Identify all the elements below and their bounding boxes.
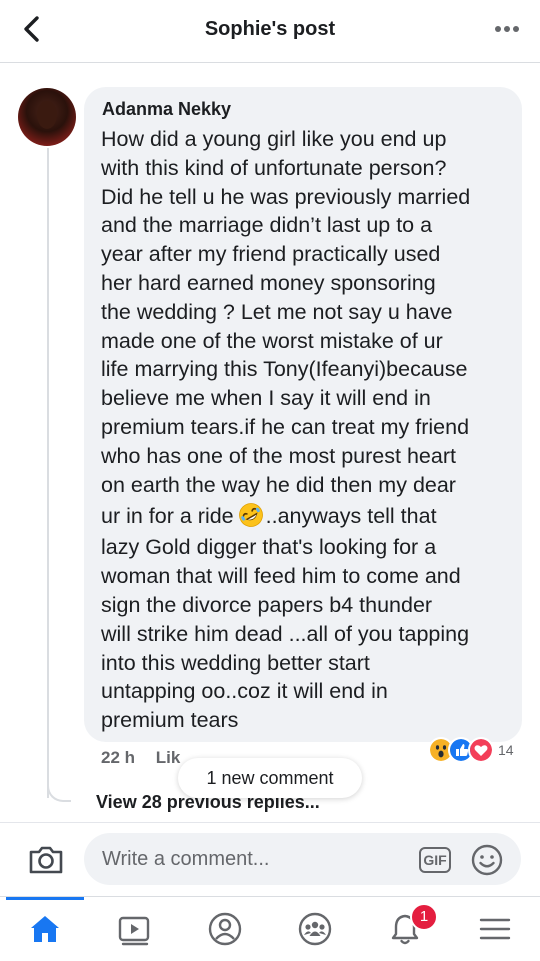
comment-line: on earth the way he did then my dear [101, 472, 456, 497]
thread-connector [47, 770, 71, 802]
tab-watch[interactable] [90, 897, 180, 961]
comment-composer: GIF [0, 822, 540, 897]
comment-line: and the marriage didn’t last up to a [101, 213, 433, 238]
page-title: Sophie's post [204, 18, 336, 40]
reaction-summary[interactable]: 14 [428, 737, 514, 763]
avatar[interactable] [18, 88, 76, 146]
love-reaction-icon [468, 737, 494, 763]
comment-input[interactable] [84, 833, 521, 885]
tab-home[interactable] [0, 897, 90, 961]
thread-line [47, 148, 49, 798]
home-icon [31, 916, 59, 942]
comment-line: premium tears [101, 708, 239, 733]
tab-notifications[interactable]: 1 [360, 897, 450, 961]
tab-profile[interactable] [180, 897, 270, 961]
gif-button[interactable]: GIF [419, 847, 451, 873]
more-options-icon[interactable] [494, 25, 520, 33]
tab-menu[interactable] [450, 897, 540, 961]
comment-line: who has one of the most purest heart [101, 443, 456, 468]
comment-line: year after my friend practically used [101, 242, 441, 267]
comment-line: How did a young girl like you end up [101, 127, 447, 151]
comment-timestamp: 22 h [101, 748, 136, 767]
comment-line: into this wedding better start [101, 650, 370, 675]
rolling-on-floor-laughing-emoji-icon [238, 503, 263, 528]
comment-line-with-emoji: ur in for a ride ..anyways tell that [101, 499, 513, 533]
like-link[interactable]: Lik [156, 748, 181, 767]
comment-line: made one of the worst mistake of ur [101, 328, 443, 353]
reaction-count: 14 [498, 742, 514, 758]
comment-line: life marrying this Tony(Ifeanyi)because [101, 357, 468, 382]
notification-badge: 1 [410, 903, 438, 931]
comment-text: How did a young girl like you end up wit… [101, 125, 513, 735]
comment-line: will strike him dead ...all of you tappi… [101, 621, 470, 646]
bottom-tab-bar: 1 [0, 896, 540, 961]
emoji-picker-icon[interactable] [470, 843, 504, 877]
comment-line: Did he tell u he was previously married [101, 184, 471, 209]
comment-text-fragment: ..anyways tell that [265, 504, 437, 529]
comment-line: woman that will feed him to come and [101, 564, 461, 589]
post-header: Sophie's post [0, 0, 540, 63]
comment-line: her hard earned money sponsoring [101, 270, 436, 295]
watch-icon [118, 916, 150, 946]
comment-line: premium tears.if he can treat my friend [101, 414, 470, 439]
camera-icon[interactable] [27, 840, 65, 878]
comment-line: untapping oo..coz it will end in [101, 679, 388, 704]
avatar-face [37, 101, 57, 129]
tab-groups[interactable] [270, 897, 360, 961]
profile-icon [208, 912, 242, 946]
comment-line: lazy Gold digger that's looking for a [101, 535, 437, 560]
comment-line: sign the divorce papers b4 thunder [101, 592, 433, 617]
comment-bubble: Adanma Nekky How did a young girl like y… [84, 87, 522, 742]
new-comment-pill[interactable]: 1 new comment [178, 758, 362, 798]
comment-line: believe me when I say it will end in [101, 386, 431, 411]
groups-icon [298, 912, 332, 946]
comment-author[interactable]: Adanma Nekky [102, 99, 231, 120]
comment-line: with this kind of unfortunate person? [101, 155, 447, 180]
menu-icon [479, 918, 511, 940]
comment-line: the wedding ? Let me not say u have [101, 299, 453, 324]
comment-text-fragment: ur in for a ride [101, 504, 234, 529]
